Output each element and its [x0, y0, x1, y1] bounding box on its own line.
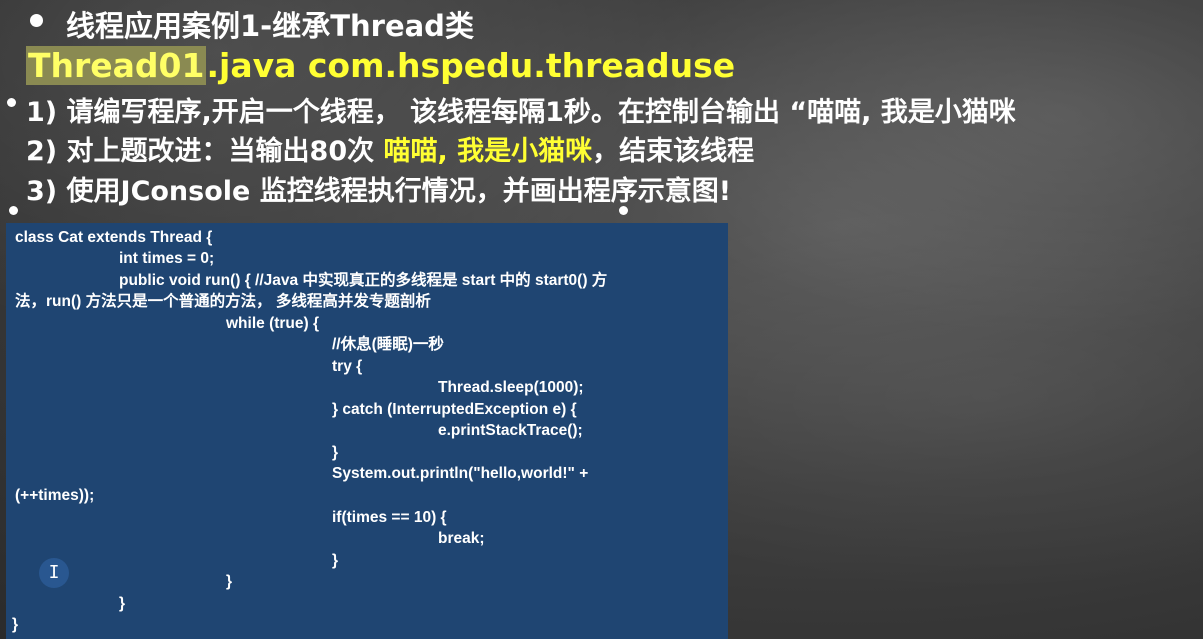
- task-item-2-highlight: 喵喵, 我是小猫咪: [383, 136, 593, 167]
- code-line: }: [226, 573, 233, 590]
- handle-dot-icon: [619, 206, 628, 215]
- code-line: class Cat extends Thread {: [15, 229, 213, 246]
- code-line: }: [119, 595, 126, 612]
- code-line: }: [12, 616, 19, 633]
- bullet-dot-icon: [7, 98, 16, 107]
- code-block: class Cat extends Thread { int times = 0…: [6, 223, 728, 639]
- task-item-2-suffix: ，结束该线程: [592, 136, 755, 167]
- task-item-2: 2) 对上题改进：当输出80次 喵喵, 我是小猫咪，结束该线程: [26, 129, 754, 168]
- text-cursor-icon: I: [39, 558, 69, 588]
- file-name-highlight: Thread01: [26, 46, 207, 85]
- code-line: System.out.println("hello,world!" +: [332, 465, 589, 482]
- code-line: } catch (InterruptedException e) {: [332, 401, 577, 418]
- code-line: (++times));: [15, 487, 95, 504]
- code-line: try {: [332, 358, 363, 375]
- handle-dot-icon: [9, 206, 18, 215]
- code-line: e.printStackTrace();: [438, 422, 583, 439]
- code-line: 法，run() 方法只是一个普通的方法， 多线程高并发专题剖析: [15, 293, 431, 310]
- bullet-dot-icon: [30, 14, 43, 27]
- task-item-1-text: 1) 请编写程序,开启一个线程， 该线程每隔1秒。在控制台输出 “喵喵, 我是小…: [26, 97, 1016, 128]
- code-line: while (true) {: [226, 315, 320, 332]
- file-name-rest: .java com.hspedu.threaduse: [206, 46, 736, 85]
- code-line: }: [332, 552, 339, 569]
- code-line: //休息(睡眠)一秒: [332, 336, 444, 353]
- code-line: public void run() { //Java 中实现真正的多线程是 st…: [119, 272, 608, 289]
- task-item-1: 1) 请编写程序,开启一个线程， 该线程每隔1秒。在控制台输出 “喵喵, 我是小…: [26, 90, 1016, 129]
- code-line: }: [332, 444, 339, 461]
- code-line: int times = 0;: [119, 250, 215, 267]
- code-line: break;: [438, 530, 485, 547]
- code-line: Thread.sleep(1000);: [438, 379, 584, 396]
- file-path: Thread01.java com.hspedu.threaduse: [26, 46, 735, 85]
- code-line: if(times == 10) {: [332, 509, 447, 526]
- task-item-3-text: 3) 使用JConsole 监控线程执行情况，并画出程序示意图!: [26, 176, 732, 207]
- task-item-3: 3) 使用JConsole 监控线程执行情况，并画出程序示意图!: [26, 169, 731, 208]
- task-item-2-text: 2) 对上题改进：当输出80次: [26, 136, 384, 167]
- slide-title: 线程应用案例1-继承Thread类: [66, 9, 474, 43]
